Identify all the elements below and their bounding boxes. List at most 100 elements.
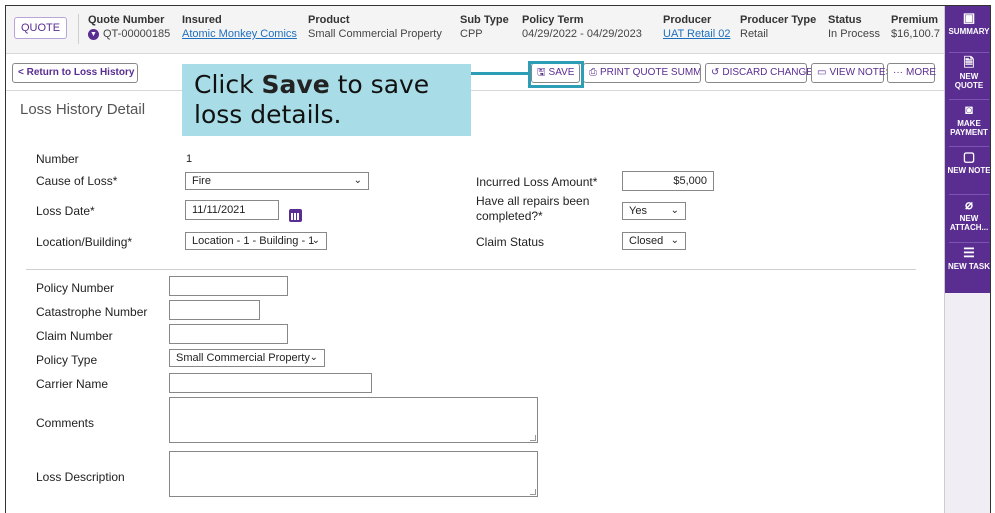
location-building-select[interactable]: Location - 1 - Building - 1 ⌄ [185, 232, 327, 250]
print-quote-summary-button[interactable]: ⎙PRINT QUOTE SUMMA... [583, 63, 701, 83]
insured-link[interactable]: Atomic Monkey Comics [182, 27, 297, 42]
discard-label: DISCARD CHANGES [722, 67, 820, 78]
header-quote-number-label: Quote Number [88, 14, 165, 26]
rail-divider [949, 146, 989, 147]
chevron-down-icon: ⌄ [670, 235, 679, 246]
claim-number-input[interactable] [169, 324, 288, 344]
number-label: Number [36, 152, 79, 166]
rail-divider [949, 99, 989, 100]
claim-number-label: Claim Number [36, 329, 113, 343]
cause-of-loss-label: Cause of Loss* [36, 174, 118, 188]
repairs-label-line2: completed?* [476, 209, 543, 223]
incurred-loss-label: Incurred Loss Amount* [476, 175, 598, 189]
header-status-label: Status [828, 14, 862, 26]
document-plus-icon: 🗎 [963, 55, 975, 70]
loss-date-label: Loss Date* [36, 204, 95, 218]
number-value: 1 [186, 153, 193, 165]
rail-summary-button[interactable]: ▣ SUMMARY [945, 10, 990, 37]
payment-icon: ◙ [965, 102, 973, 117]
discard-changes-button[interactable]: ↺ DISCARD CHANGES [705, 63, 820, 83]
callout-text-pre: Click [194, 70, 262, 99]
rail-new-attachment-button[interactable]: ⌀ NEW ATTACH... [945, 198, 990, 233]
carrier-name-input[interactable] [169, 373, 372, 393]
policy-number-input[interactable] [169, 276, 288, 296]
rail-new-task-button[interactable]: ☰ NEW TASK [945, 246, 990, 272]
calendar-icon[interactable] [289, 209, 302, 222]
callout-text-bold: Save [261, 70, 330, 99]
repairs-completed-label: Have all repairs been completed?* [476, 194, 589, 224]
chevron-down-icon: ⌄ [309, 352, 318, 363]
rail-divider [949, 52, 989, 53]
header-producer-type: Producer Type Retail [740, 13, 816, 42]
header-quote-number: Quote Number ▼ QT-00000185 [88, 13, 170, 42]
quote-header: QUOTE Quote Number ▼ QT-00000185 Insured … [6, 6, 944, 54]
view-notes-label: VIEW NOTES [829, 67, 893, 78]
rail-make-payment-button[interactable]: ◙ MAKE PAYMENT [945, 102, 990, 138]
cause-of-loss-select[interactable]: Fire ⌄ [185, 172, 369, 190]
notes-icon: ▭ [817, 67, 827, 78]
comments-textarea[interactable] [169, 397, 538, 443]
resize-grip-icon[interactable] [530, 435, 536, 441]
quote-badge: QUOTE [14, 17, 68, 39]
catastrophe-number-input[interactable] [169, 300, 260, 320]
more-button[interactable]: ··· MORE [887, 63, 936, 83]
loss-date-input[interactable]: 11/11/2021 [185, 200, 279, 220]
rail-new-quote-label: NEW QUOTE [954, 72, 984, 90]
section-divider [26, 269, 916, 270]
header-status: Status In Process [828, 13, 880, 42]
policy-type-select[interactable]: Small Commercial Property ⌄ [169, 349, 325, 367]
print-label: PRINT QUOTE SUMMA... [600, 67, 701, 78]
header-premium: Premium $16,100.7 [891, 13, 944, 42]
policy-type-value: Small Commercial Property [176, 352, 310, 364]
header-insured-label: Insured [182, 14, 222, 26]
cause-of-loss-value: Fire [192, 175, 211, 187]
return-to-loss-history-button[interactable]: < Return to Loss History [12, 63, 138, 83]
header-policy-term: Policy Term 04/29/2022 - 04/29/2023 [522, 13, 642, 42]
more-label: MORE [906, 67, 936, 78]
header-product: Product Small Commercial Property [308, 13, 442, 42]
header-product-label: Product [308, 14, 350, 26]
header-producer-type-value: Retail [740, 28, 769, 40]
rail-make-payment-label: MAKE PAYMENT [950, 119, 988, 137]
claim-status-select[interactable]: Closed ⌄ [622, 232, 686, 250]
chevron-down-icon: ⌄ [311, 235, 320, 246]
rail-new-note-button[interactable]: ▢ NEW NOTE [945, 149, 991, 176]
rail-divider [949, 194, 989, 195]
chevron-down-icon: ⌄ [353, 175, 362, 186]
app-frame: QUOTE Quote Number ▼ QT-00000185 Insured … [5, 5, 991, 513]
note-icon: ▢ [962, 149, 976, 164]
header-status-value: In Process [828, 28, 880, 40]
repairs-completed-select[interactable]: Yes ⌄ [622, 202, 686, 220]
header-insured: Insured Atomic Monkey Comics [182, 13, 297, 42]
rail-divider [949, 242, 989, 243]
incurred-loss-input[interactable]: $5,000 [622, 171, 714, 191]
loss-description-textarea[interactable] [169, 451, 538, 497]
rail-new-attachment-label: NEW ATTACH... [949, 214, 989, 232]
id-card-icon: ▣ [962, 10, 976, 25]
header-sub-type: Sub Type CPP [460, 13, 509, 42]
resize-grip-icon[interactable] [530, 489, 536, 495]
rail-actions: ▣ SUMMARY 🗎 NEW QUOTE ◙ MAKE PAYMENT ▢ NEW N… [945, 6, 991, 293]
claim-status-label: Claim Status [476, 235, 545, 249]
header-quote-number-value: QT-00000185 [103, 28, 171, 40]
header-premium-label: Premium [891, 14, 939, 26]
view-notes-button[interactable]: ▭ VIEW NOTES [811, 63, 892, 83]
rail-summary-label: SUMMARY [948, 27, 990, 36]
header-divider [78, 14, 79, 44]
rail-new-note-label: NEW NOTE [947, 166, 991, 175]
ellipsis-icon: ··· [893, 67, 903, 78]
producer-link[interactable]: UAT Retail 02 [663, 27, 730, 42]
catastrophe-number-label: Catastrophe Number [36, 305, 148, 319]
rail-new-quote-button[interactable]: 🗎 NEW QUOTE [945, 55, 990, 91]
callout-pointer-line [471, 72, 531, 75]
location-building-value: Location - 1 - Building - 1 [192, 235, 315, 247]
chevron-down-icon[interactable]: ▼ [88, 28, 99, 40]
policy-type-label: Policy Type [36, 353, 98, 367]
right-action-rail: ▣ SUMMARY 🗎 NEW QUOTE ◙ MAKE PAYMENT ▢ NEW N… [944, 6, 991, 513]
carrier-name-label: Carrier Name [36, 377, 109, 391]
header-policy-term-value: 04/29/2022 - 04/29/2023 [522, 28, 642, 40]
save-highlight-box [528, 61, 584, 88]
repairs-label-line1: Have all repairs been [476, 194, 590, 208]
header-policy-term-label: Policy Term [522, 14, 584, 26]
header-producer: Producer UAT Retail 02 [663, 13, 730, 42]
